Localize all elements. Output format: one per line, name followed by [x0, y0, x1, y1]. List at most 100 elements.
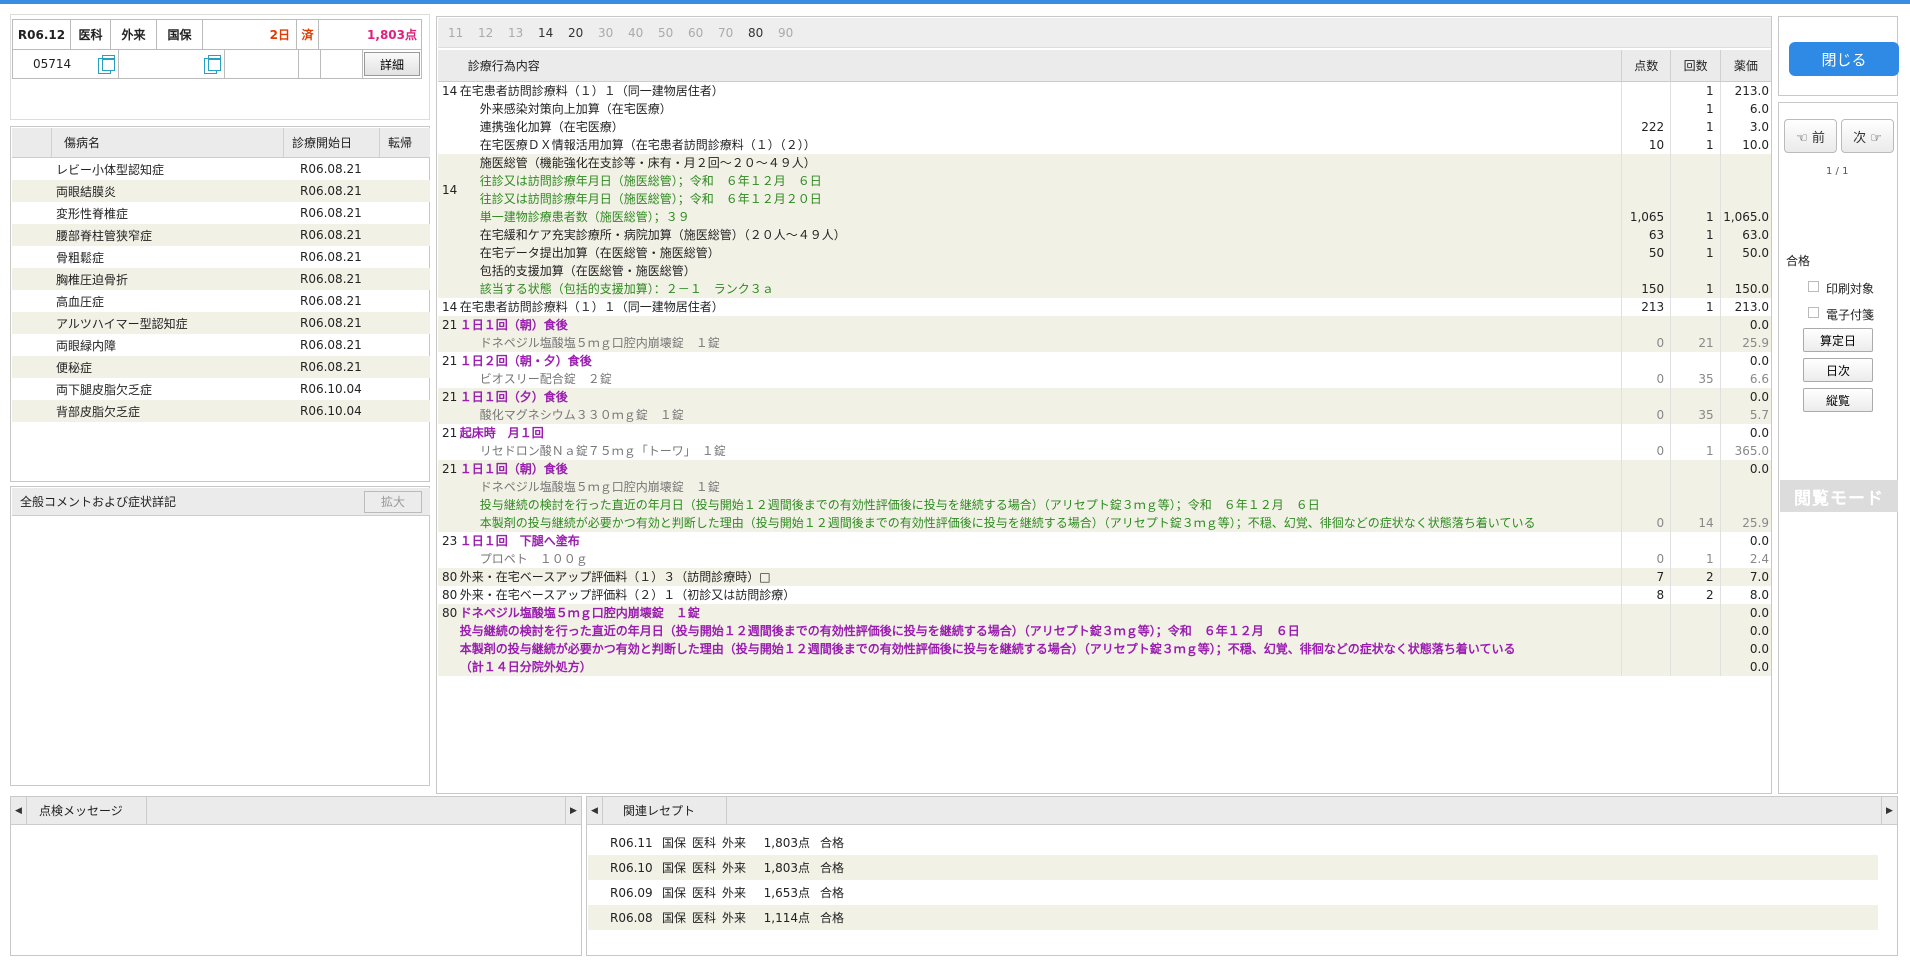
- tab-13[interactable]: 13: [508, 26, 538, 40]
- treatment-row[interactable]: ビオスリー配合錠 ２錠 0 35 6.6: [438, 370, 1771, 388]
- related-row[interactable]: R06.11 国保 医科 外来 1,803点 合格: [588, 830, 1878, 855]
- expand-button[interactable]: 拡大: [364, 490, 422, 513]
- treatment-count: 35: [1670, 370, 1719, 388]
- disease-row[interactable]: 両下腿皮脂欠乏症 R06.10.04: [12, 378, 430, 400]
- treatment-row[interactable]: ドネペジル塩酸塩５ｍｇ口腔内崩壊錠 １錠 投与継続の検討を行った直近の年月日（投与…: [438, 478, 1771, 532]
- col-count[interactable]: 回数: [1670, 50, 1719, 81]
- e-attach-checkbox[interactable]: [1808, 307, 1819, 318]
- treatment-row[interactable]: プロペト １００ｇ 0 1 2.4: [438, 550, 1771, 568]
- related-title: 関連レセプト: [603, 797, 727, 824]
- comment-panel: [10, 486, 430, 786]
- treatment-row[interactable]: 在宅緩和ケア充実診療所・病院加算（施医総管）（２０人～４９人） 63 1 63.0: [438, 226, 1771, 244]
- scroll-left-icon[interactable]: ◀: [587, 797, 603, 824]
- treatment-price: 2.4: [1719, 550, 1771, 568]
- tab-50[interactable]: 50: [658, 26, 688, 40]
- treatment-row[interactable]: 80 外来・在宅ベースアップ評価料（２）１（初診又は訪問診療） 8 2 8.0: [438, 586, 1771, 604]
- treatment-row[interactable]: 21 １日１回（夕）食後 0.0: [438, 388, 1771, 406]
- col-content[interactable]: 診療行為内容: [460, 50, 1621, 81]
- disease-row[interactable]: 高血圧症 R06.08.21: [12, 290, 430, 312]
- treatment-row[interactable]: 包括的支援加算（在医総管・施医総管） 該当する状態（包括的支援加算）：２－１ ラン…: [438, 262, 1771, 298]
- treatment-row[interactable]: 14 在宅患者訪問診療料（１）１（同一建物居住者） 1 213.0: [438, 82, 1771, 100]
- treatment-row[interactable]: 14 施医総管（機能強化在支診等・床有・月２回～２０～４９人） 往診又は訪問診療年月…: [438, 154, 1771, 226]
- tab-30[interactable]: 30: [598, 26, 628, 40]
- disease-row[interactable]: アルツハイマー型認知症 R06.08.21: [12, 312, 430, 334]
- treatment-price: 213.0: [1719, 82, 1771, 100]
- disease-start-date: R06.08.21: [300, 360, 362, 374]
- treatment-row[interactable]: 投与継続の検討を行った直近の年月日（投与開始１２週間後までの有効性評価後に投与を…: [438, 622, 1771, 640]
- treatment-row[interactable]: 本製剤の投与継続が必要かつ有効と判断した理由（投与開始１２週間後までの有効性評価…: [438, 640, 1771, 658]
- tab-80[interactable]: 80: [748, 26, 778, 40]
- treatment-row[interactable]: 21 １日２回（朝・夕）食後 0.0: [438, 352, 1771, 370]
- tab-14[interactable]: 14: [538, 26, 568, 40]
- related-row[interactable]: R06.09 国保 医科 外来 1,653点 合格: [588, 880, 1878, 905]
- disease-row[interactable]: 背部皮脂欠乏症 R06.10.04: [12, 400, 430, 422]
- col-price[interactable]: 薬価: [1719, 50, 1771, 81]
- disease-start-date: R06.08.21: [300, 272, 362, 286]
- treatment-points: [1620, 604, 1670, 622]
- treatment-row[interactable]: 在宅データ提出加算（在医総管・施医総管） 50 1 50.0: [438, 244, 1771, 262]
- disease-row[interactable]: 変形性脊椎症 R06.08.21: [12, 202, 430, 224]
- scroll-right-icon[interactable]: ▶: [565, 797, 581, 824]
- next-button[interactable]: 次 ☞: [1841, 119, 1894, 153]
- daily-button[interactable]: 日次: [1803, 358, 1873, 382]
- overview-button[interactable]: 縦覧: [1803, 388, 1873, 412]
- tab-90[interactable]: 90: [778, 26, 808, 40]
- tab-12[interactable]: 12: [478, 26, 508, 40]
- treatment-count: [1670, 658, 1719, 676]
- disease-row[interactable]: 骨粗鬆症 R06.08.21: [12, 246, 430, 268]
- treatment-row[interactable]: 在宅医療ＤＸ情報活用加算（在宅患者訪問診療料（１）（２）） 10 1 10.0: [438, 136, 1771, 154]
- disease-row[interactable]: 両眼結膜炎 R06.08.21: [12, 180, 430, 202]
- treatment-row[interactable]: 外来感染対策向上加算（在宅医療） 1 6.0: [438, 100, 1771, 118]
- treatment-row[interactable]: リセドロン酸Ｎａ錠７５ｍｇ「トーワ」 １錠 0 1 365.0: [438, 442, 1771, 460]
- treatment-row[interactable]: 連携強化加算（在宅医療） 222 1 3.0: [438, 118, 1771, 136]
- tab-70[interactable]: 70: [718, 26, 748, 40]
- treatment-row[interactable]: 23 １日１回 下腿へ塗布 0.0: [438, 532, 1771, 550]
- close-button[interactable]: 閉じる: [1789, 42, 1899, 76]
- treatment-points: 1,065: [1620, 154, 1670, 226]
- tab-11[interactable]: 11: [448, 26, 478, 40]
- treatment-row[interactable]: 21 起床時 月１回 0.0: [438, 424, 1771, 442]
- disease-row[interactable]: レビー小体型認知症 R06.08.21: [12, 158, 430, 180]
- col-points[interactable]: 点数: [1621, 50, 1670, 81]
- treatment-row[interactable]: 80 外来・在宅ベースアップ評価料（１）３（訪問診療時）□ 7 2 7.0: [438, 568, 1771, 586]
- col-outcome[interactable]: 転帰: [380, 128, 430, 157]
- disease-row[interactable]: 胸椎圧迫骨折 R06.08.21: [12, 268, 430, 290]
- treatment-code: 21: [442, 390, 458, 404]
- related-row[interactable]: R06.08 国保 医科 外来 1,114点 合格: [588, 905, 1878, 930]
- treatment-row[interactable]: ドネペジル塩酸塩５ｍｇ口腔内崩壊錠 １錠 0 21 25.9: [438, 334, 1771, 352]
- top-accent-bar: [0, 0, 1910, 4]
- disease-start-date: R06.10.04: [300, 382, 362, 396]
- disease-row[interactable]: 便秘症 R06.08.21: [12, 356, 430, 378]
- treatment-points: [1620, 100, 1670, 118]
- treatment-points: [1620, 82, 1670, 100]
- related-row[interactable]: R06.10 国保 医科 外来 1,803点 合格: [588, 855, 1878, 880]
- col-disease-name[interactable]: 傷病名: [52, 128, 284, 157]
- calc-day-button[interactable]: 算定日: [1803, 328, 1873, 352]
- treatment-row[interactable]: 80 ドネペジル塩酸塩５ｍｇ口腔内崩壊錠 １錠 0.0: [438, 604, 1771, 622]
- tab-60[interactable]: 60: [688, 26, 718, 40]
- scroll-left-icon[interactable]: ◀: [11, 797, 27, 824]
- treatment-row[interactable]: 21 １日１回（朝）食後 0.0: [438, 316, 1771, 334]
- treatment-row[interactable]: 21 １日１回（朝）食後 0.0: [438, 460, 1771, 478]
- document-copy-icon[interactable]: [204, 55, 221, 74]
- treatment-points: [1620, 424, 1670, 442]
- treatment-points: [1620, 532, 1670, 550]
- tab-40[interactable]: 40: [628, 26, 658, 40]
- tab-20[interactable]: 20: [568, 26, 598, 40]
- prev-button[interactable]: ☜ 前: [1784, 119, 1837, 153]
- treatment-content: 投与継続の検討を行った直近の年月日（投与開始１２週間後までの有効性評価後に投与を…: [458, 622, 1621, 640]
- detail-cell: 詳細: [363, 50, 421, 78]
- treatment-row[interactable]: 14 在宅患者訪問診療料（１）１（同一建物居住者） 213 1 213.0: [438, 298, 1771, 316]
- disease-row[interactable]: 両眼緑内障 R06.08.21: [12, 334, 430, 356]
- scroll-right-icon[interactable]: ▶: [1881, 797, 1897, 824]
- document-icon[interactable]: [98, 55, 115, 74]
- treatment-row[interactable]: 酸化マグネシウム３３０ｍｇ錠 １錠 0 35 5.7: [438, 406, 1771, 424]
- treatment-line: プロペト １００ｇ: [479, 552, 588, 566]
- treatment-price: 0.0: [1719, 622, 1771, 640]
- print-target-checkbox[interactable]: [1808, 281, 1819, 292]
- detail-button[interactable]: 詳細: [364, 52, 420, 76]
- col-start-date[interactable]: 診療開始日: [284, 128, 380, 157]
- treatment-content: 在宅患者訪問診療料（１）１（同一建物居住者）: [458, 298, 1621, 316]
- disease-row[interactable]: 腰部脊柱管狭窄症 R06.08.21: [12, 224, 430, 246]
- treatment-row[interactable]: （計１４日分院外処方） 0.0: [438, 658, 1771, 676]
